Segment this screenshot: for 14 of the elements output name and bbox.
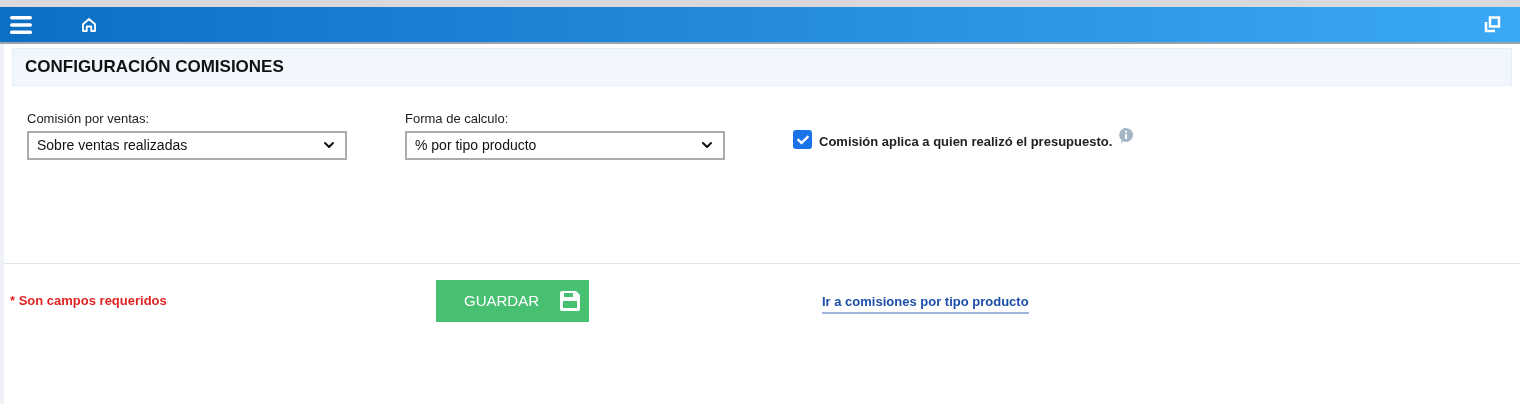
dropdown[interactable]: % por tipo producto: [405, 130, 725, 160]
checkbox-label: Comisión aplica a quien realizó el presupuesto.: [819, 133, 1113, 151]
home-icon[interactable]: [80, 15, 98, 34]
checkbox[interactable]: [793, 130, 812, 149]
check-icon: [796, 133, 809, 146]
field-label: Forma de calculo:: [405, 110, 510, 128]
dropdown[interactable]: Sobre ventas realizadas: [27, 130, 347, 160]
menu-icon[interactable]: [10, 14, 32, 35]
field-label: Comisión por ventas:: [27, 110, 151, 128]
save-icon: [559, 290, 581, 312]
restore-window-icon[interactable]: [1484, 16, 1501, 33]
required-note: * Son campos requeridos: [10, 292, 168, 310]
page-title: CONFIGURACIÓN COMISIONES: [25, 56, 284, 79]
link[interactable]: Ir a comisiones por tipo producto: [822, 292, 1029, 314]
